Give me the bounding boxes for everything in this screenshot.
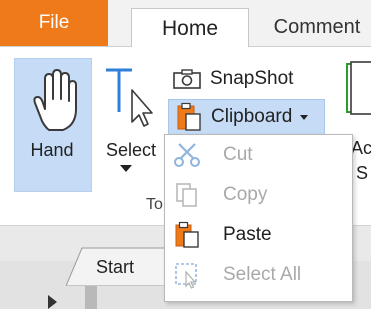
side-panel-strip <box>85 286 97 309</box>
copy-icon <box>176 183 197 207</box>
tab-file[interactable]: File <box>0 0 108 46</box>
chevron-down-icon <box>300 114 309 120</box>
tab-home[interactable]: Home <box>131 8 249 48</box>
partial-label-2: S <box>356 163 369 183</box>
select-text-icon <box>106 68 153 127</box>
paste-icon <box>175 221 199 248</box>
menu-item-cut[interactable]: Cut <box>165 137 352 173</box>
camera-icon <box>173 69 201 89</box>
menu-item-label: Cut <box>223 144 253 165</box>
clipboard-label: Clipboard <box>211 106 293 127</box>
snapshot-button[interactable]: SnapShot <box>172 64 293 94</box>
menu-item-label: Select All <box>223 264 302 285</box>
clipboard-dropdown-menu: Cut Copy Paste Select All <box>164 134 353 302</box>
select-all-icon <box>175 263 197 289</box>
scissors-icon <box>174 143 200 167</box>
start-tab-label: Start <box>96 257 135 277</box>
tab-comment[interactable]: Comment <box>257 8 371 46</box>
menu-item-copy[interactable]: Copy <box>165 177 352 213</box>
hand-tool-button[interactable] <box>14 58 92 192</box>
document-icon <box>346 61 371 115</box>
menu-item-label: Copy <box>223 184 268 205</box>
navigation-arrow-icon[interactable] <box>48 295 57 309</box>
select-tool-label: Select <box>105 140 157 160</box>
menu-item-paste[interactable]: Paste <box>165 217 352 253</box>
partial-label-1: Ac <box>351 138 371 158</box>
chevron-down-icon[interactable] <box>120 165 132 172</box>
menu-item-label: Paste <box>223 224 272 245</box>
menu-item-select-all[interactable]: Select All <box>165 257 352 293</box>
clipboard-icon <box>177 102 201 131</box>
snapshot-label: SnapShot <box>210 68 294 89</box>
hand-tool-label: Hand <box>30 140 74 160</box>
hand-icon <box>33 69 77 131</box>
clipboard-button[interactable]: Clipboard <box>168 99 325 135</box>
tools-group-label: To <box>146 196 163 213</box>
